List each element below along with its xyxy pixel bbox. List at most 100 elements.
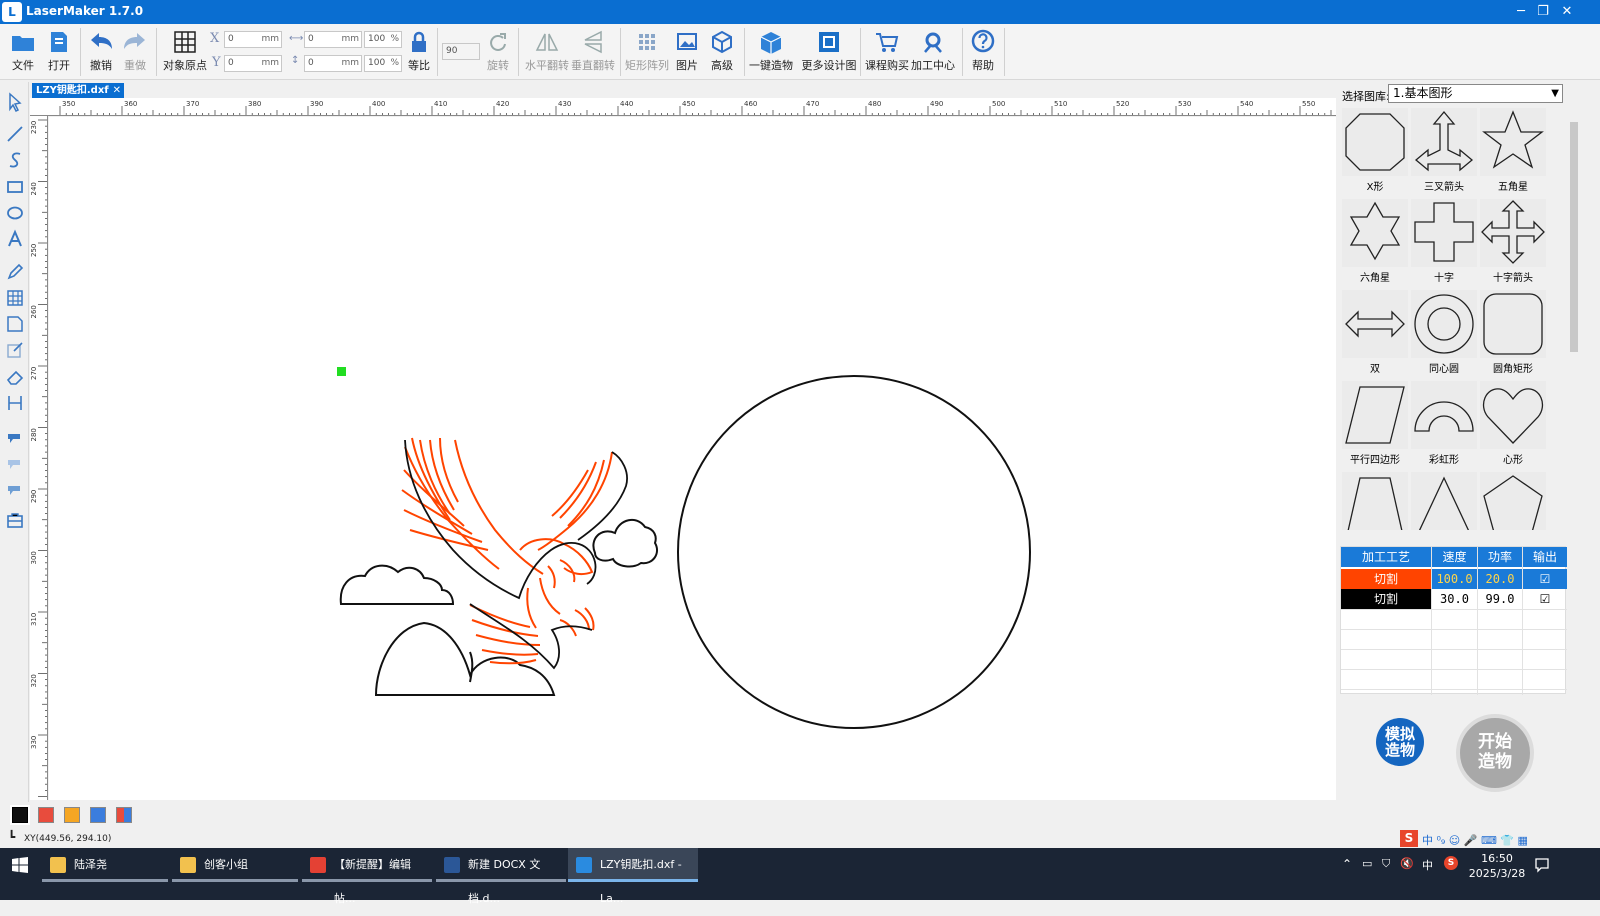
rotate-angle-input[interactable]: 90 [442, 43, 480, 60]
close-tab-icon[interactable]: ✕ [113, 83, 121, 98]
volume-muted-icon[interactable]: 🔇 [1400, 857, 1414, 870]
color-swatch[interactable] [38, 807, 54, 823]
process-mode-cell[interactable]: 切割 [1341, 589, 1431, 609]
circle-shape[interactable] [677, 375, 1031, 729]
taskbar-app[interactable]: 新建 DOCX 文档.d... [436, 848, 566, 905]
simulate-button[interactable]: 模拟造物 [1376, 718, 1424, 766]
pen-tool-icon[interactable] [5, 262, 25, 282]
library-select[interactable]: 1.基本图形 ▼ [1388, 84, 1563, 103]
notification-icon[interactable] [1534, 857, 1550, 873]
table-tool-icon[interactable] [5, 288, 25, 308]
output-checkbox[interactable]: ☑ [1523, 569, 1567, 589]
windows-start-icon[interactable] [12, 857, 28, 873]
start-button[interactable]: 开始造物 [1456, 714, 1534, 792]
ime-status-icons[interactable]: 中 ⁰₉ ☺ 🎤 ⌨ 👕 ▦ [1422, 832, 1528, 848]
pentagon-shape[interactable] [1480, 472, 1546, 530]
clock-date[interactable]: 2025/3/28 [1468, 867, 1526, 880]
color-swatch[interactable] [116, 807, 132, 823]
rectangle-tool-icon[interactable] [5, 177, 25, 197]
image-button[interactable]: 图片 [672, 26, 702, 78]
process-power-cell[interactable]: 20.0 [1478, 569, 1522, 589]
rounded-rect-shape[interactable]: 圆角矩形 [1480, 290, 1546, 378]
eagle-engraving[interactable] [401, 437, 613, 665]
line-tool-icon[interactable] [5, 124, 25, 144]
x-shape[interactable]: X形 [1342, 108, 1408, 196]
more-designs-button[interactable]: 更多设计图 [800, 26, 858, 78]
trapezoid-shape[interactable] [1342, 472, 1408, 530]
input-language-indicator[interactable]: 中 [1422, 857, 1433, 873]
rect-array-button[interactable]: 矩形阵列 [624, 26, 670, 78]
minimize-button[interactable]: ─ [1510, 2, 1532, 22]
vertical-flip-button[interactable]: 垂直翻转 [570, 26, 616, 78]
network-icon[interactable]: ▭ [1362, 857, 1372, 870]
tray-chevron-icon[interactable]: ⌃ [1342, 857, 1352, 871]
width-input[interactable]: 0 mm [304, 31, 362, 48]
width-percent-input[interactable]: 100% [364, 31, 402, 48]
undo-button[interactable]: 撤销 [84, 26, 118, 78]
close-button[interactable]: ✕ [1556, 2, 1578, 22]
rainbow-shape[interactable]: 彩虹形 [1411, 381, 1477, 469]
scroll-thumb[interactable] [1570, 122, 1578, 352]
open-button[interactable]: 打开 [42, 26, 76, 78]
process-mode-cell[interactable]: 切割 [1341, 569, 1431, 589]
rotate-button[interactable]: 旋转 [484, 26, 512, 78]
parallelogram-shape[interactable]: 平行四边形 [1342, 381, 1408, 469]
clouds-and-mountains[interactable] [339, 518, 659, 696]
text-tool-icon[interactable] [5, 229, 25, 249]
horizontal-flip-button[interactable]: 水平翻转 [524, 26, 570, 78]
height-input[interactable]: 0 mm [304, 55, 362, 72]
cross-shape[interactable]: 十字 [1411, 199, 1477, 287]
curve-tool-icon[interactable] [5, 150, 25, 170]
color-swatch[interactable] [10, 805, 30, 825]
object-origin-button[interactable]: 对象原点 [160, 26, 210, 78]
heart-shape[interactable]: 心形 [1480, 381, 1546, 469]
taskbar-app[interactable]: 创客小组 [172, 848, 298, 882]
library-scrollbar[interactable] [1568, 108, 1580, 530]
process-header-cell[interactable]: 功率 [1478, 547, 1522, 567]
process-power-cell[interactable]: 99.0 [1478, 589, 1522, 609]
color-swatch[interactable] [64, 807, 80, 823]
help-button[interactable]: 帮助 [966, 26, 1000, 78]
process-speed-cell[interactable]: 100.0 [1432, 569, 1477, 589]
process-row[interactable]: 切割 100.0 20.0 ☑ [1341, 569, 1567, 589]
process-center-button[interactable]: 加工中心 [910, 26, 956, 78]
taskbar-app[interactable]: 陆泽尧 [42, 848, 168, 882]
concentric-circle-shape[interactable]: 同心圆 [1411, 290, 1477, 378]
frame-tool-icon[interactable] [5, 314, 25, 334]
ellipse-tool-icon[interactable] [5, 203, 25, 223]
sogou-ime-icon[interactable]: S [1400, 830, 1418, 847]
security-shield-icon[interactable]: ⛉ [1382, 857, 1390, 871]
five-point-star-shape[interactable]: 五角星 [1480, 108, 1546, 196]
double-arrow-shape[interactable]: 双 [1342, 290, 1408, 378]
edit-tool-icon[interactable] [5, 340, 25, 360]
fill-light-tool-icon[interactable] [5, 452, 25, 472]
taskbar-app[interactable]: LZY钥匙扣.dxf - La... [568, 848, 698, 905]
process-speed-cell[interactable]: 30.0 [1432, 589, 1477, 609]
eraser-tool-icon[interactable] [5, 367, 25, 387]
one-click-make-button[interactable]: 一键造物 [748, 26, 794, 78]
measure-tool-icon[interactable] [5, 393, 25, 413]
sogou-tray-icon[interactable]: S [1444, 856, 1458, 870]
process-header-cell[interactable]: 加工工艺 [1341, 547, 1431, 567]
process-header-cell[interactable]: 输出 [1523, 547, 1567, 567]
lock-ratio-button[interactable]: 等比 [404, 26, 434, 78]
course-buy-button[interactable]: 课程购买 [864, 26, 910, 78]
select-arrow-icon[interactable] [5, 92, 25, 112]
fill-tool-icon[interactable] [5, 426, 25, 446]
document-tab[interactable]: LZY钥匙扣.dxf ✕ [32, 83, 124, 98]
trident-arrow-shape[interactable]: 三叉箭头 [1411, 108, 1477, 196]
cross-arrow-shape[interactable]: 十字箭头 [1480, 199, 1546, 287]
process-row[interactable]: 切割 30.0 99.0 ☑ [1341, 589, 1567, 609]
height-percent-input[interactable]: 100% [364, 55, 402, 72]
six-point-star-shape[interactable]: 六角星 [1342, 199, 1408, 287]
output-checkbox[interactable]: ☑ [1523, 589, 1567, 609]
y-position-input[interactable]: 0 mm [224, 55, 282, 72]
design-canvas[interactable] [49, 117, 1336, 800]
restore-button[interactable]: ❐ [1532, 2, 1554, 22]
advanced-button[interactable]: 高级 [706, 26, 738, 78]
origin-marker[interactable] [337, 367, 346, 376]
clock-time[interactable]: 16:50 [1472, 852, 1522, 865]
toolbox-icon[interactable] [5, 510, 25, 530]
process-header-cell[interactable]: 速度 [1432, 547, 1477, 567]
color-swatch[interactable] [90, 807, 106, 823]
